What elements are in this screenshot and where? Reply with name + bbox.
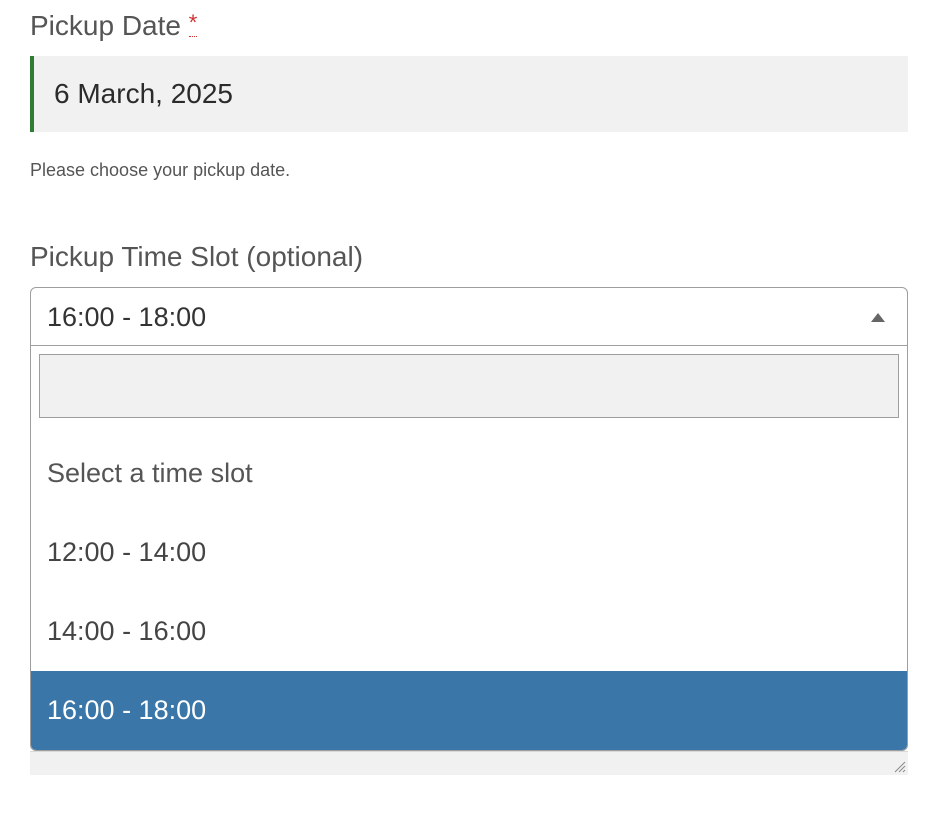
required-asterisk: * [189, 10, 198, 37]
time-option-placeholder[interactable]: Select a time slot [31, 434, 907, 513]
time-option-1600-1800[interactable]: 16:00 - 18:00 [31, 671, 907, 750]
pickup-date-label: Pickup Date * [30, 10, 908, 42]
dropdown-search-input[interactable] [39, 354, 899, 418]
dropdown-search-area [31, 346, 907, 426]
pickup-time-dropdown: Select a time slot 12:00 - 14:00 14:00 -… [30, 346, 908, 751]
resize-grip-icon[interactable] [892, 759, 906, 773]
pickup-time-section: Pickup Time Slot (optional) 16:00 - 18:0… [30, 241, 908, 775]
pickup-date-help: Please choose your pickup date. [30, 160, 908, 181]
pickup-date-input[interactable]: 6 March, 2025 [30, 56, 908, 132]
time-option-1200-1400[interactable]: 12:00 - 14:00 [31, 513, 907, 592]
pickup-time-select-display[interactable]: 16:00 - 18:00 [30, 287, 908, 346]
pickup-date-label-text: Pickup Date [30, 10, 181, 41]
form-page: Pickup Date * 6 March, 2025 Please choos… [0, 0, 938, 818]
resize-strip [30, 751, 908, 775]
pickup-date-value: 6 March, 2025 [54, 78, 233, 109]
pickup-time-selected-value: 16:00 - 18:00 [47, 302, 206, 333]
pickup-time-label: Pickup Time Slot (optional) [30, 241, 908, 273]
time-option-1400-1600[interactable]: 14:00 - 16:00 [31, 592, 907, 671]
chevron-up-icon [871, 313, 885, 322]
pickup-time-select: 16:00 - 18:00 Select a time slot 12:00 -… [30, 287, 908, 775]
